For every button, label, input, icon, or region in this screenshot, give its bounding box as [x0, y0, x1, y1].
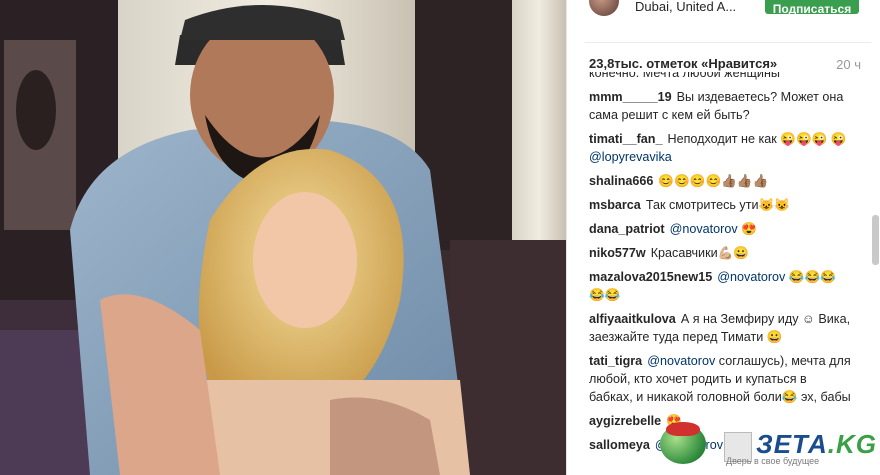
comment-username[interactable]: alfiyaaitkulova — [589, 312, 676, 326]
post-time: 20 ч — [836, 57, 861, 72]
comment-username[interactable]: msbarca — [589, 198, 641, 212]
comment-text: Красавчики💪🏼😀 — [650, 246, 749, 260]
likes-count[interactable]: 23,8тыс. отметок «Нравится» — [589, 56, 777, 71]
comment: shalina666 😊😊😊😊👍🏽👍🏽👍🏽 — [589, 172, 851, 190]
comment: mmm_____19 Вы издеваетесь? Может она сама… — [589, 88, 851, 124]
comment-username[interactable]: shalina666 — [589, 174, 653, 188]
comment: timati__fan_ Неподходит не как 😜😜😜 😜 @lop… — [589, 130, 851, 166]
comment-mention[interactable]: @novatorov — [717, 270, 785, 284]
comment-text: 😊😊😊😊👍🏽👍🏽👍🏽 — [658, 174, 769, 188]
comment-username[interactable]: mmm_____19 — [589, 90, 672, 104]
comment: mazalova2015new15 @novatorov 😂😂😂 😂😂 — [589, 268, 851, 304]
comment: niko577w Красавчики💪🏼😀 — [589, 244, 851, 262]
divider — [585, 42, 871, 43]
comment-username[interactable]: niko577w — [589, 246, 646, 260]
comment: tati_tigra @novatorov соглашусь), мечта д… — [589, 352, 851, 406]
watermark-brand-suffix: .KG — [827, 429, 877, 459]
comment-username[interactable]: dana_patriot — [589, 222, 665, 236]
comment-mention[interactable]: @novatorov — [647, 354, 715, 368]
watermark-logo: ЗЕТА.KG Дверь в свое будущее — [660, 422, 877, 470]
comment-emoji: 😍 — [741, 222, 757, 236]
comment: dana_patriot @novatorov 😍 — [589, 220, 851, 238]
comment-username[interactable]: tati_tigra — [589, 354, 642, 368]
photo-image — [0, 0, 566, 475]
post-header: Dubai, United A... Подписаться — [567, 0, 880, 22]
comments-scrollbar[interactable] — [872, 215, 879, 265]
avatar[interactable] — [589, 0, 619, 16]
post-sidebar: Dubai, United A... Подписаться 23,8тыс. … — [566, 0, 880, 475]
comment-username[interactable]: aygizrebelle — [589, 414, 661, 428]
globe-icon — [660, 422, 706, 464]
post-photo[interactable] — [0, 0, 566, 475]
comment-username[interactable]: timati__fan_ — [589, 132, 663, 146]
follow-button[interactable]: Подписаться — [765, 0, 859, 16]
comment-text: Так смотритесь ути😺😺 — [645, 198, 790, 212]
comment: alfiyaaitkulova А я на Земфиру иду ☺ Вика… — [589, 310, 851, 346]
comment-username[interactable]: mazalova2015new15 — [589, 270, 712, 284]
comment: msbarca Так смотритесь ути😺😺 — [589, 196, 851, 214]
location-link[interactable]: Dubai, United A... — [635, 0, 736, 14]
comment: конечно. Мечта любой женщины — [589, 72, 851, 82]
comment-text: Неподходит не как 😜😜😜 😜 — [667, 132, 847, 146]
comment-text: конечно. Мечта любой женщины — [589, 72, 780, 80]
comment-mention[interactable]: @lopyrevavika — [589, 150, 672, 164]
comments-list[interactable]: конечно. Мечта любой женщины mmm_____19 В… — [589, 72, 851, 475]
comment-username[interactable]: sallomeya — [589, 438, 650, 452]
comment-mention[interactable]: @novatorov — [670, 222, 738, 236]
watermark-tagline: Дверь в свое будущее — [726, 456, 820, 466]
watermark-brand-name: ЗЕТА — [756, 429, 828, 459]
